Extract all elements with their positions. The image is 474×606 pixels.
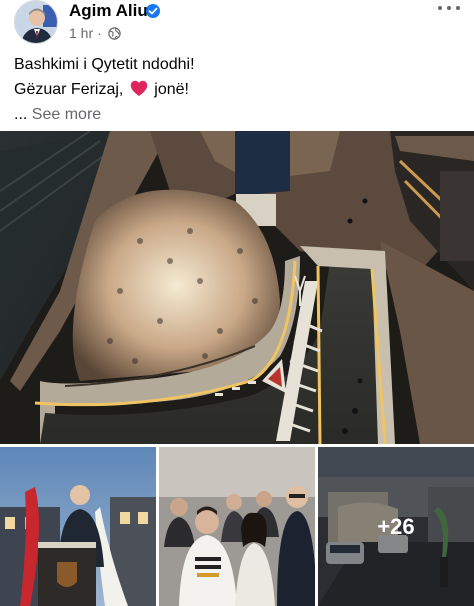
globe-icon xyxy=(108,26,121,40)
ellipsis-dot xyxy=(438,6,442,10)
thumbnail-3-more[interactable]: +26 xyxy=(318,447,474,606)
author-name[interactable]: Agim Aliu xyxy=(69,1,148,21)
post-text-line-2-end: jonë! xyxy=(154,81,189,98)
post-text-line-2: Gëzuar Ferizaj, jonë! xyxy=(14,77,460,102)
avatar-image xyxy=(15,1,57,43)
photo-grid: +26 xyxy=(0,447,474,606)
see-more-link[interactable]: See more xyxy=(32,106,101,123)
red-heart-icon xyxy=(130,80,148,97)
post-text: Bashkimi i Qytetit ndodhi! Gëzuar Feriza… xyxy=(14,52,460,127)
post-text-line-1: Bashkimi i Qytetit ndodhi! xyxy=(14,56,195,73)
thumbnail-2[interactable] xyxy=(159,447,315,606)
post-meta: 1 hr · xyxy=(69,25,121,41)
aerial-night-crowd-photo xyxy=(0,131,474,444)
author-avatar[interactable] xyxy=(14,0,58,44)
more-photos-overlay[interactable]: +26 xyxy=(318,447,474,606)
verified-badge-icon xyxy=(146,4,160,18)
speaker-at-podium-photo xyxy=(0,447,156,606)
see-more-row: ... See more xyxy=(14,102,460,127)
post-text-line-2-start: Gëzuar Ferizaj, xyxy=(14,81,124,98)
ellipsis-dot xyxy=(447,6,451,10)
more-photos-count: +26 xyxy=(377,513,415,539)
group-of-people-photo xyxy=(159,447,315,606)
post-time[interactable]: 1 hr xyxy=(69,25,93,41)
ellipsis-text: ... xyxy=(14,106,28,123)
meta-separator: · xyxy=(97,25,102,41)
thumbnail-1[interactable] xyxy=(0,447,156,606)
ellipsis-dot xyxy=(456,6,460,10)
main-photo[interactable] xyxy=(0,131,474,444)
post-options-ellipsis-icon[interactable] xyxy=(438,0,460,16)
post-header: Agim Aliu 1 hr · xyxy=(0,0,474,46)
